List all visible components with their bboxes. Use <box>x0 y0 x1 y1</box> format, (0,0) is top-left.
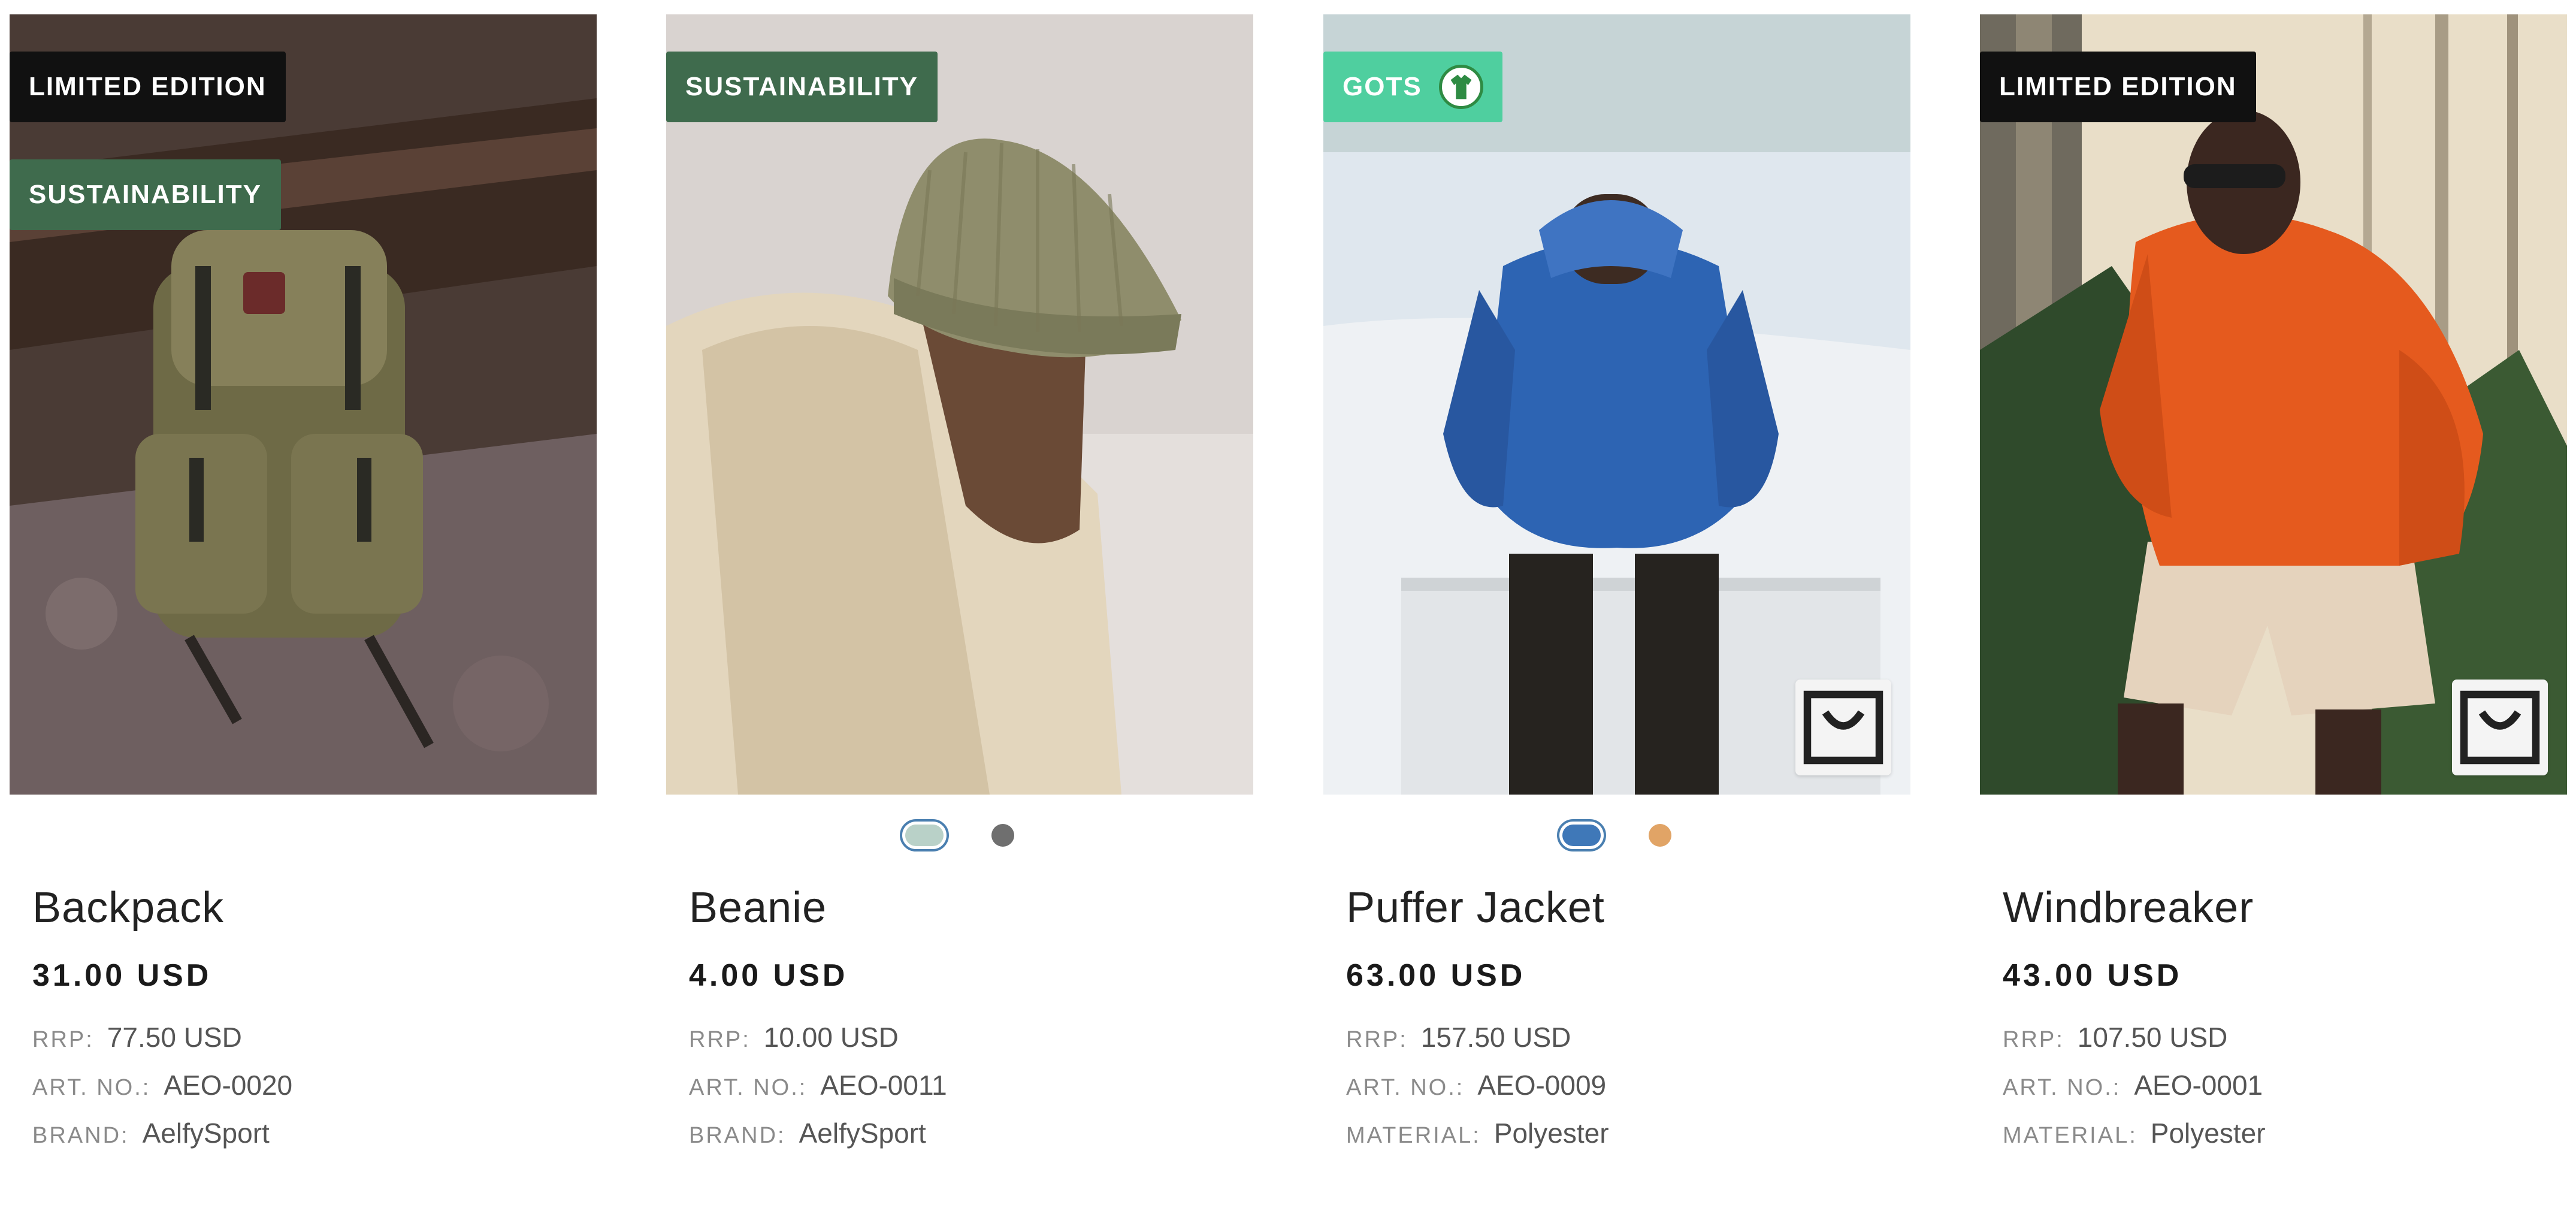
detail-label: ART. NO.: <box>689 1075 808 1100</box>
badge-label: LIMITED EDITION <box>1999 72 2237 101</box>
detail-value: Polyester <box>2150 1118 2266 1149</box>
detail-label: ART. NO.: <box>2003 1075 2121 1100</box>
detail-label: RRP: <box>32 1027 94 1052</box>
detail-art-no: ART. NO.: AEO-0020 <box>32 1069 583 1117</box>
add-to-cart-button[interactable] <box>2452 680 2548 775</box>
color-swatches <box>1323 817 1910 853</box>
detail-value: 77.50 USD <box>107 1022 242 1053</box>
detail-value: AEO-0011 <box>820 1070 947 1101</box>
badge-label: GOTS <box>1343 72 1422 101</box>
detail-rrp: RRP: 10.00 USD <box>689 1021 1240 1069</box>
product-details: RRP: 77.50 USD ART. NO.: AEO-0020 BRAND:… <box>32 1021 583 1165</box>
badge-gots: GOTS <box>1323 52 1502 122</box>
backpack-photo <box>10 14 597 795</box>
detail-art-no: ART. NO.: AEO-0001 <box>2003 1069 2554 1117</box>
detail-rrp: RRP: 77.50 USD <box>32 1021 583 1069</box>
product-price: 31.00 USD <box>32 958 212 993</box>
product-card-windbreaker[interactable]: LIMITED EDITION Windbreaker 43.00 USD RR… <box>1980 0 2567 1232</box>
product-details: RRP: 157.50 USD ART. NO.: AEO-0009 MATER… <box>1346 1021 1897 1165</box>
badge-sustainability: SUSTAINABILITY <box>666 52 938 122</box>
detail-label: RRP: <box>689 1027 751 1052</box>
product-image[interactable]: LIMITED EDITION <box>1980 14 2567 795</box>
swatch-grey[interactable] <box>991 824 1014 847</box>
gots-seal-icon <box>1438 65 1483 109</box>
detail-rrp: RRP: 157.50 USD <box>1346 1021 1897 1069</box>
detail-value: AEO-0020 <box>164 1070 293 1101</box>
detail-value: 157.50 USD <box>1420 1022 1571 1053</box>
detail-material: MATERIAL: Polyester <box>1346 1117 1897 1165</box>
product-details: RRP: 107.50 USD ART. NO.: AEO-0001 MATER… <box>2003 1021 2554 1165</box>
detail-value: 107.50 USD <box>2077 1022 2228 1053</box>
badge-label: LIMITED EDITION <box>29 72 267 101</box>
detail-label: MATERIAL: <box>1346 1123 1481 1148</box>
detail-label: BRAND: <box>689 1123 786 1148</box>
swatch-sage[interactable] <box>900 819 949 851</box>
product-name[interactable]: Windbreaker <box>2003 881 2554 935</box>
detail-value: 10.00 USD <box>763 1022 899 1053</box>
add-to-cart-button[interactable] <box>1795 680 1891 775</box>
product-name[interactable]: Puffer Jacket <box>1346 881 1897 935</box>
badge-limited-edition: LIMITED EDITION <box>10 52 286 122</box>
product-card-beanie[interactable]: SUSTAINABILITY Beanie 4.00 USD RRP: 10.0… <box>666 0 1253 1232</box>
product-info: Backpack 31.00 USD RRP: 77.50 USD ART. N… <box>32 881 583 1165</box>
detail-label: RRP: <box>1346 1027 1408 1052</box>
swatch-blue[interactable] <box>1557 819 1606 851</box>
detail-value: AEO-0009 <box>1477 1070 1607 1101</box>
detail-label: RRP: <box>2003 1027 2064 1052</box>
detail-value: Polyester <box>1493 1118 1609 1149</box>
shopping-bag-icon <box>1803 690 1883 765</box>
color-swatches <box>666 817 1253 853</box>
detail-value: AelfySport <box>799 1118 926 1149</box>
product-image[interactable]: SUSTAINABILITY <box>666 14 1253 795</box>
shopping-bag-icon <box>2460 690 2540 765</box>
beanie-photo <box>666 14 1253 795</box>
badge-label: SUSTAINABILITY <box>685 72 918 101</box>
product-grid: LIMITED EDITION SUSTAINABILITY Backpack … <box>0 0 2576 1232</box>
product-info: Windbreaker 43.00 USD RRP: 107.50 USD AR… <box>2003 881 2554 1165</box>
detail-material: MATERIAL: Polyester <box>2003 1117 2554 1165</box>
product-image[interactable]: LIMITED EDITION SUSTAINABILITY <box>10 14 597 795</box>
detail-label: BRAND: <box>32 1123 129 1148</box>
detail-art-no: ART. NO.: AEO-0011 <box>689 1069 1240 1117</box>
detail-label: ART. NO.: <box>1346 1075 1465 1100</box>
product-price: 63.00 USD <box>1346 958 1526 993</box>
detail-label: MATERIAL: <box>2003 1123 2137 1148</box>
product-card-puffer-jacket[interactable]: GOTS Puffer Jacket 63.00 USD RRP: 157.50… <box>1323 0 1910 1232</box>
product-price: 43.00 USD <box>2003 958 2182 993</box>
detail-value: AEO-0001 <box>2134 1070 2263 1101</box>
badge-limited-edition: LIMITED EDITION <box>1980 52 2256 122</box>
detail-brand: BRAND: AelfySport <box>32 1117 583 1165</box>
product-image[interactable]: GOTS <box>1323 14 1910 795</box>
detail-label: ART. NO.: <box>32 1075 151 1100</box>
product-price: 4.00 USD <box>689 958 848 993</box>
product-card-backpack[interactable]: LIMITED EDITION SUSTAINABILITY Backpack … <box>10 0 597 1232</box>
detail-rrp: RRP: 107.50 USD <box>2003 1021 2554 1069</box>
swatch-orange[interactable] <box>1649 824 1671 847</box>
detail-value: AelfySport <box>142 1118 270 1149</box>
badge-sustainability: SUSTAINABILITY <box>10 159 281 230</box>
product-details: RRP: 10.00 USD ART. NO.: AEO-0011 BRAND:… <box>689 1021 1240 1165</box>
product-info: Puffer Jacket 63.00 USD RRP: 157.50 USD … <box>1346 881 1897 1165</box>
product-name[interactable]: Backpack <box>32 881 583 935</box>
detail-art-no: ART. NO.: AEO-0009 <box>1346 1069 1897 1117</box>
detail-brand: BRAND: AelfySport <box>689 1117 1240 1165</box>
product-name[interactable]: Beanie <box>689 881 1240 935</box>
badge-label: SUSTAINABILITY <box>29 180 262 209</box>
product-info: Beanie 4.00 USD RRP: 10.00 USD ART. NO.:… <box>689 881 1240 1165</box>
